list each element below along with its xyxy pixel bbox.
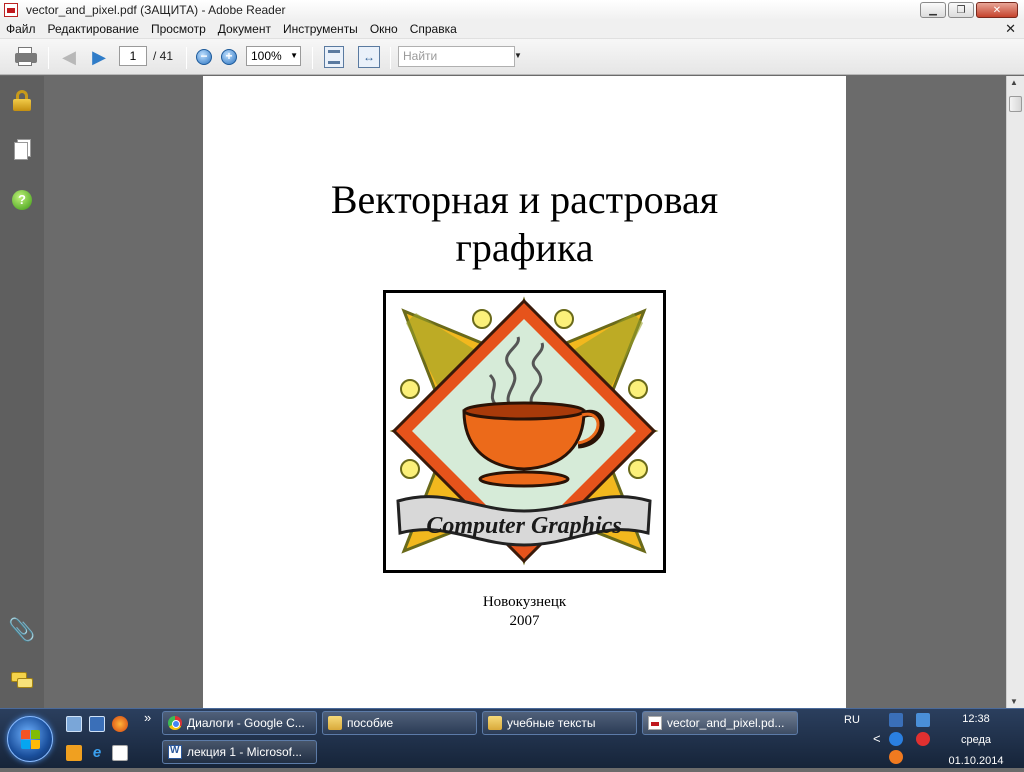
taskbar-item-adobe-reader[interactable]: vector_and_pixel.pd... xyxy=(642,711,798,735)
logo-text: Computer Graphics xyxy=(426,513,621,539)
document-viewport[interactable]: Векторная и растровая графика Computer G… xyxy=(44,76,1006,708)
close-document-button[interactable]: ✕ xyxy=(1005,21,1016,37)
internet-explorer-icon[interactable]: e xyxy=(89,745,105,761)
zoom-out-icon[interactable]: − xyxy=(196,49,212,65)
taskbar-item-label: Диалоги - Google C... xyxy=(187,716,305,730)
publication-year: 2007 xyxy=(509,613,540,629)
navigation-panel: ? 📎 xyxy=(0,76,44,708)
clock-date: 01.10.2014 xyxy=(948,755,1004,767)
zoom-level-select[interactable]: 100% ▼ xyxy=(246,46,301,66)
taskbar-item-folder-texts[interactable]: учебные тексты xyxy=(482,711,637,735)
firefox-icon[interactable] xyxy=(112,716,128,732)
document-title-line2: графика xyxy=(455,225,594,270)
zoom-in-icon[interactable]: + xyxy=(221,49,237,65)
toolbar-separator xyxy=(186,47,187,69)
attachments-icon[interactable]: 📎 xyxy=(8,617,35,642)
quicklaunch-more-icon[interactable]: » xyxy=(144,710,151,725)
system-clock[interactable]: 12:38 среда 01.10.2014 xyxy=(940,709,1012,772)
next-page-icon[interactable]: ▶ xyxy=(90,47,108,67)
menu-document[interactable]: Документ xyxy=(212,22,277,36)
zoom-level-value: 100% xyxy=(251,49,282,63)
taskbar-item-folder-posobie[interactable]: пособие xyxy=(322,711,477,735)
scroll-down-icon[interactable]: ▼ xyxy=(1010,697,1018,706)
show-desktop-icon[interactable] xyxy=(66,716,82,732)
window-title: vector_and_pixel.pdf (ЗАЩИТА) - Adobe Re… xyxy=(26,3,286,17)
help-icon[interactable]: ? xyxy=(11,189,33,211)
page-count: / 41 xyxy=(153,49,174,63)
toolbar-separator xyxy=(312,47,313,69)
taskbar-item-label: vector_and_pixel.pd... xyxy=(667,716,785,730)
windows-logo-icon xyxy=(21,730,41,750)
title-bar: vector_and_pixel.pdf (ЗАЩИТА) - Adobe Re… xyxy=(0,0,1024,20)
toolbar-separator xyxy=(390,47,391,69)
vertical-scrollbar[interactable]: ▲ ▼ xyxy=(1006,76,1024,708)
pages-icon[interactable] xyxy=(11,139,33,161)
chevron-down-icon: ▼ xyxy=(290,51,298,60)
document-title-line1: Векторная и растровая xyxy=(330,177,719,222)
page-number-input[interactable]: 1 xyxy=(119,46,147,66)
update-icon[interactable] xyxy=(889,750,903,764)
window-controls: ▁ ❐ ✕ xyxy=(920,2,1018,18)
scroll-up-icon[interactable]: ▲ xyxy=(1010,78,1018,87)
media-player-icon[interactable] xyxy=(66,745,82,761)
taskbar-item-label: пособие xyxy=(347,716,394,730)
document-footer: Новокузнецк 2007 xyxy=(203,593,846,631)
document-title: Векторная и растровая графика xyxy=(203,176,846,272)
menu-edit[interactable]: Редактирование xyxy=(42,22,145,36)
menu-view[interactable]: Просмотр xyxy=(145,22,212,36)
scrollbar-thumb[interactable] xyxy=(1009,96,1022,112)
chrome-icon xyxy=(168,716,182,730)
lock-icon[interactable] xyxy=(11,90,33,112)
network-icon[interactable] xyxy=(889,713,903,727)
taskbar-item-word[interactable]: лекция 1 - Microsof... xyxy=(162,740,317,764)
coffee-cup-logo-image: Computer Graphics xyxy=(389,296,659,566)
city-name: Новокузнецк xyxy=(482,594,567,610)
menu-bar: Файл Редактирование Просмотр Документ Ин… xyxy=(0,20,1024,39)
prev-page-icon[interactable]: ◀ xyxy=(60,47,78,67)
search-input[interactable]: Найти xyxy=(398,46,515,67)
clock-weekday: среда xyxy=(960,734,992,746)
toolbar-separator xyxy=(48,47,49,69)
word-icon xyxy=(168,745,182,759)
taskbar-item-label: лекция 1 - Microsof... xyxy=(187,745,303,759)
pdf-page: Векторная и растровая графика Computer G… xyxy=(203,76,846,708)
display-icon[interactable] xyxy=(916,713,930,727)
close-button[interactable]: ✕ xyxy=(976,2,1018,18)
menu-file[interactable]: Файл xyxy=(0,22,42,36)
minimize-button[interactable]: ▁ xyxy=(920,2,946,18)
volume-muted-icon[interactable] xyxy=(916,732,930,746)
taskbar-item-label: учебные тексты xyxy=(507,716,596,730)
taskbar-item-chrome[interactable]: Диалоги - Google C... xyxy=(162,711,317,735)
comments-icon[interactable] xyxy=(11,670,33,692)
maximize-button[interactable]: ❐ xyxy=(948,2,974,18)
adobe-reader-icon xyxy=(4,3,18,17)
fit-width-icon[interactable]: ↔ xyxy=(358,46,380,68)
search-options-chevron-icon[interactable]: ▼ xyxy=(514,51,522,60)
menu-help[interactable]: Справка xyxy=(404,22,463,36)
start-button[interactable] xyxy=(7,716,53,762)
menu-tools[interactable]: Инструменты xyxy=(277,22,364,36)
switch-windows-icon[interactable] xyxy=(89,716,105,732)
pdf-icon xyxy=(648,716,662,730)
show-hidden-icons-chevron-icon[interactable]: < xyxy=(873,731,881,746)
printer-icon[interactable] xyxy=(14,47,38,67)
language-indicator[interactable]: RU xyxy=(844,714,860,726)
computer-graphics-logo: Computer Graphics xyxy=(383,290,666,573)
blank-document-icon[interactable] xyxy=(112,745,128,761)
clock-time: 12:38 xyxy=(962,713,990,725)
folder-icon xyxy=(328,716,342,730)
folder-icon xyxy=(488,716,502,730)
menu-window[interactable]: Окно xyxy=(364,22,404,36)
messenger-icon[interactable] xyxy=(889,732,903,746)
fit-page-icon[interactable] xyxy=(324,46,344,68)
